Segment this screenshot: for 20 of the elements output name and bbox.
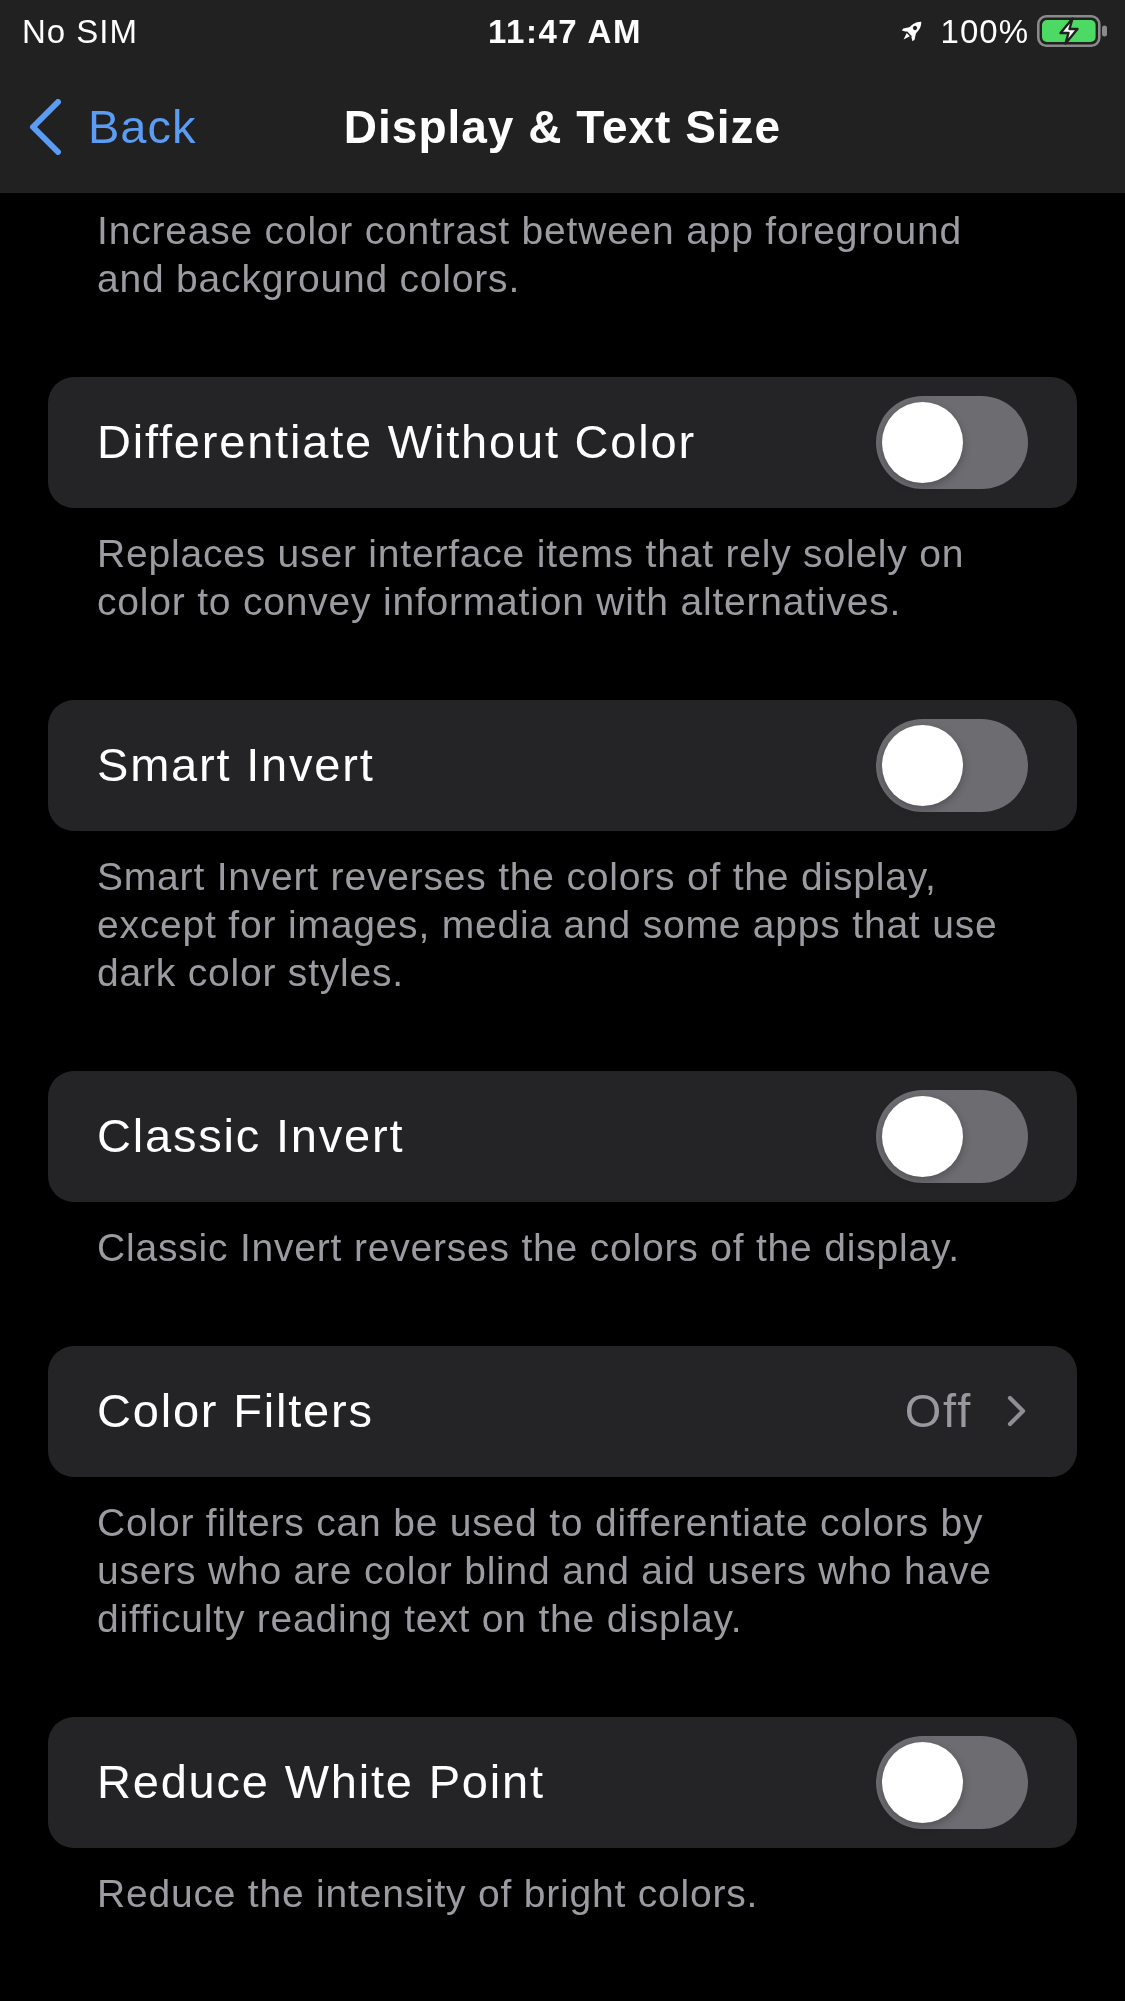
setting-description: Classic Invert reverses the colors of the display. bbox=[96, 1225, 961, 1271]
setting-description: Reduce the intensity of bright colors. bbox=[96, 1871, 760, 1917]
setting-label: Classic Invert bbox=[97, 1108, 405, 1165]
clock-time: 11:47 AM bbox=[488, 14, 642, 48]
setting-label: Color Filters bbox=[97, 1383, 374, 1440]
chevron-icon bbox=[1006, 1394, 1028, 1429]
setting-label: Differentiate Without Color bbox=[97, 414, 696, 471]
back-chevron-icon bbox=[28, 99, 62, 156]
setting-description: Color filters can be used to differentiate colors by users who are color blind and aid users who have difficulty reading text on the display. bbox=[96, 1500, 993, 1642]
setting-value: Off bbox=[904, 1383, 972, 1440]
setting-description: Replaces user interface items that rely solely on color to convey information with alternatives. bbox=[96, 531, 966, 625]
page-title: Display & Text Size bbox=[343, 99, 782, 155]
carrier-text: No SIM bbox=[22, 14, 140, 48]
settings-row[interactable]: Color Filters Off bbox=[48, 1346, 1077, 1477]
section-description: Increase color contrast between app foreground and background colors. bbox=[96, 208, 963, 302]
battery-percentage: 100% bbox=[940, 14, 1029, 48]
setting-label: Smart Invert bbox=[97, 737, 375, 794]
back-button[interactable]: Back bbox=[28, 99, 197, 156]
setting-description: Smart Invert reverses the colors of the display, except for images, media and some apps that use dark color styles. bbox=[96, 854, 999, 996]
setting-label: Reduce White Point bbox=[97, 1754, 545, 1811]
